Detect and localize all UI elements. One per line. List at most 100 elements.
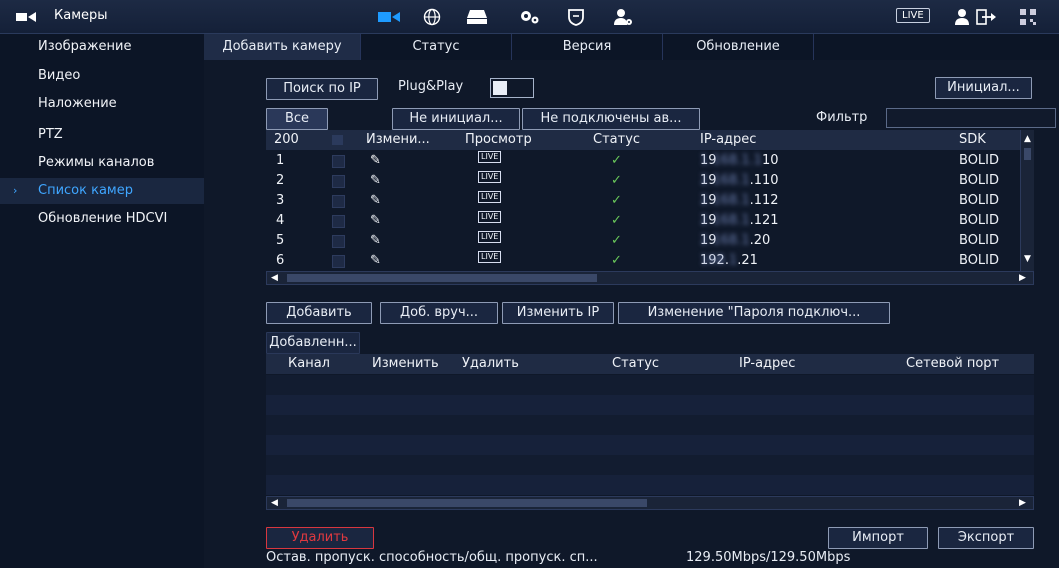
tab-update[interactable]: Обновление <box>663 34 814 60</box>
filter-label: Фильтр <box>816 110 868 125</box>
change-ip-button[interactable]: Изменить IP <box>502 302 614 324</box>
page-title: Камеры <box>54 8 108 23</box>
edit-pencil-icon[interactable]: ✎ <box>370 191 381 211</box>
added-devices-table: Канал Изменить Удалить Статус IP-адрес С… <box>266 354 1034 495</box>
scroll-right-icon[interactable]: ▶ <box>1019 273 1026 283</box>
bandwidth-value: 129.50Mbps/129.50Mbps <box>686 550 851 565</box>
sidebar-item-camera-list[interactable]: › Список камер <box>0 178 204 204</box>
vertical-scrollbar[interactable]: ▲ ▼ <box>1020 130 1034 272</box>
device-count: 200 <box>274 132 299 147</box>
sidebar-item-overlay[interactable]: Наложение <box>0 91 204 117</box>
bandwidth-label: Остав. пропуск. способность/общ. пропуск… <box>266 550 598 565</box>
export-button[interactable]: Экспорт <box>938 527 1034 549</box>
scroll-up-icon[interactable]: ▲ <box>1024 134 1031 144</box>
table-row[interactable]: 6 ✎ LIVE ✓ 192. 168.1.21 BOLID <box>266 251 1020 271</box>
scroll-down-icon[interactable]: ▼ <box>1024 254 1031 264</box>
account-settings-icon[interactable] <box>611 7 635 27</box>
edit-pencil-icon[interactable]: ✎ <box>370 171 381 191</box>
table-row[interactable]: 1 ✎ LIVE ✓ 19 1.168.1.1 10 BOLID <box>266 151 1020 171</box>
horizontal-scrollbar[interactable]: ◀ ▶ <box>266 271 1034 285</box>
delete-button[interactable]: Удалить <box>266 527 374 549</box>
edit-pencil-icon[interactable]: ✎ <box>370 231 381 251</box>
settings-gears-icon[interactable] <box>518 7 542 27</box>
sidebar-item-video[interactable]: Видео <box>0 63 204 89</box>
header-port: Сетевой порт <box>906 356 1000 371</box>
user-icon[interactable] <box>950 7 974 27</box>
chevron-right-icon: › <box>13 184 18 197</box>
table-header: Канал Изменить Удалить Статус IP-адрес С… <box>266 354 1034 374</box>
status-ok-icon: ✓ <box>611 213 622 228</box>
added-devices-tab[interactable]: Добавленн... <box>266 332 360 354</box>
sidebar-item-ptz[interactable]: PTZ <box>0 122 204 148</box>
row-checkbox[interactable] <box>332 175 345 188</box>
scroll-left-icon[interactable]: ◀ <box>271 498 278 508</box>
header-sdk: SDK <box>959 132 986 147</box>
list-item <box>266 415 1034 435</box>
camera-icon[interactable] <box>377 7 401 27</box>
tab-status[interactable]: Статус <box>361 34 512 60</box>
logout-icon[interactable] <box>975 7 999 27</box>
edit-pencil-icon[interactable]: ✎ <box>370 151 381 171</box>
plug-play-label: Plug&Play <box>398 79 464 94</box>
row-checkbox[interactable] <box>332 155 345 168</box>
row-checkbox[interactable] <box>332 195 345 208</box>
select-all-checkbox[interactable] <box>332 135 343 145</box>
status-ok-icon: ✓ <box>611 153 622 168</box>
storage-icon[interactable] <box>465 7 489 27</box>
header-channel: Канал <box>288 356 330 371</box>
header-preview: Просмотр <box>465 132 532 147</box>
network-globe-icon[interactable] <box>420 7 444 27</box>
status-ok-icon: ✓ <box>611 253 622 268</box>
filter-all-button[interactable]: Все <box>266 108 328 130</box>
scroll-right-icon[interactable]: ▶ <box>1019 498 1026 508</box>
status-ok-icon: ✓ <box>611 193 622 208</box>
row-checkbox[interactable] <box>332 215 345 228</box>
scroll-thumb[interactable] <box>287 499 647 507</box>
table-row[interactable]: 5 ✎ LIVE ✓ 19 2.168.1.20 BOLID <box>266 231 1020 251</box>
status-ok-icon: ✓ <box>611 173 622 188</box>
header-delete: Удалить <box>462 356 519 371</box>
filter-uninitialized-button[interactable]: Не инициал... <box>392 108 520 130</box>
row-checkbox[interactable] <box>332 255 345 268</box>
sidebar: Изображение Видео Наложение PTZ Режимы к… <box>0 34 204 568</box>
header-status: Статус <box>612 356 660 371</box>
row-checkbox[interactable] <box>332 235 345 248</box>
camera-menu-icon[interactable] <box>16 11 38 23</box>
list-item <box>266 435 1034 455</box>
import-button[interactable]: Импорт <box>828 527 928 549</box>
live-view-button[interactable]: LIVE <box>896 8 930 23</box>
sidebar-item-hdcvi-update[interactable]: Обновление HDCVI <box>0 206 204 232</box>
edit-pencil-icon[interactable]: ✎ <box>370 251 381 271</box>
manual-add-button[interactable]: Доб. вруч... <box>380 302 498 324</box>
scroll-thumb[interactable] <box>287 274 597 282</box>
plug-play-toggle[interactable] <box>490 78 534 98</box>
table-row[interactable]: 2 ✎ LIVE ✓ 19 2.168.1.110 BOLID <box>266 171 1020 191</box>
edit-pencil-icon[interactable]: ✎ <box>370 211 381 231</box>
scroll-left-icon[interactable]: ◀ <box>271 273 278 283</box>
sidebar-item-channel-modes[interactable]: Режимы каналов <box>0 150 204 176</box>
header-ip: IP-адрес <box>739 356 796 371</box>
table-row[interactable]: 3 ✎ LIVE ✓ 19 2.168.1.112 BOLID <box>266 191 1020 211</box>
add-button[interactable]: Добавить <box>266 302 372 324</box>
table-header: 200 Измени... Просмотр Статус IP-адрес S… <box>266 130 1034 150</box>
header-edit: Измени... <box>366 132 430 147</box>
change-password-button[interactable]: Изменение "Пароля подключ... <box>618 302 890 324</box>
scroll-thumb[interactable] <box>1024 148 1031 160</box>
horizontal-scrollbar[interactable]: ◀ ▶ <box>266 496 1034 510</box>
list-item <box>266 455 1034 475</box>
tab-version[interactable]: Версия <box>512 34 663 60</box>
sidebar-item-image[interactable]: Изображение <box>0 34 204 60</box>
security-shield-icon[interactable] <box>564 7 588 27</box>
main-panel: Поиск по IP Plug&Play Инициал... Все Не … <box>204 60 1059 568</box>
list-item <box>266 475 1034 495</box>
tab-add-camera[interactable]: Добавить камеру <box>204 34 361 60</box>
filter-input[interactable] <box>886 108 1056 128</box>
qr-code-icon[interactable] <box>1016 7 1040 27</box>
list-item <box>266 375 1034 395</box>
header-ip: IP-адрес <box>700 132 757 147</box>
filter-not-connected-button[interactable]: Не подключены ав... <box>522 108 700 130</box>
table-row[interactable]: 4 ✎ LIVE ✓ 19 2.168.1.121 BOLID <box>266 211 1020 231</box>
search-ip-button[interactable]: Поиск по IP <box>266 78 378 100</box>
initialize-button[interactable]: Инициал... <box>935 77 1032 99</box>
tab-bar: Добавить камеру Статус Версия Обновление <box>204 34 1059 60</box>
